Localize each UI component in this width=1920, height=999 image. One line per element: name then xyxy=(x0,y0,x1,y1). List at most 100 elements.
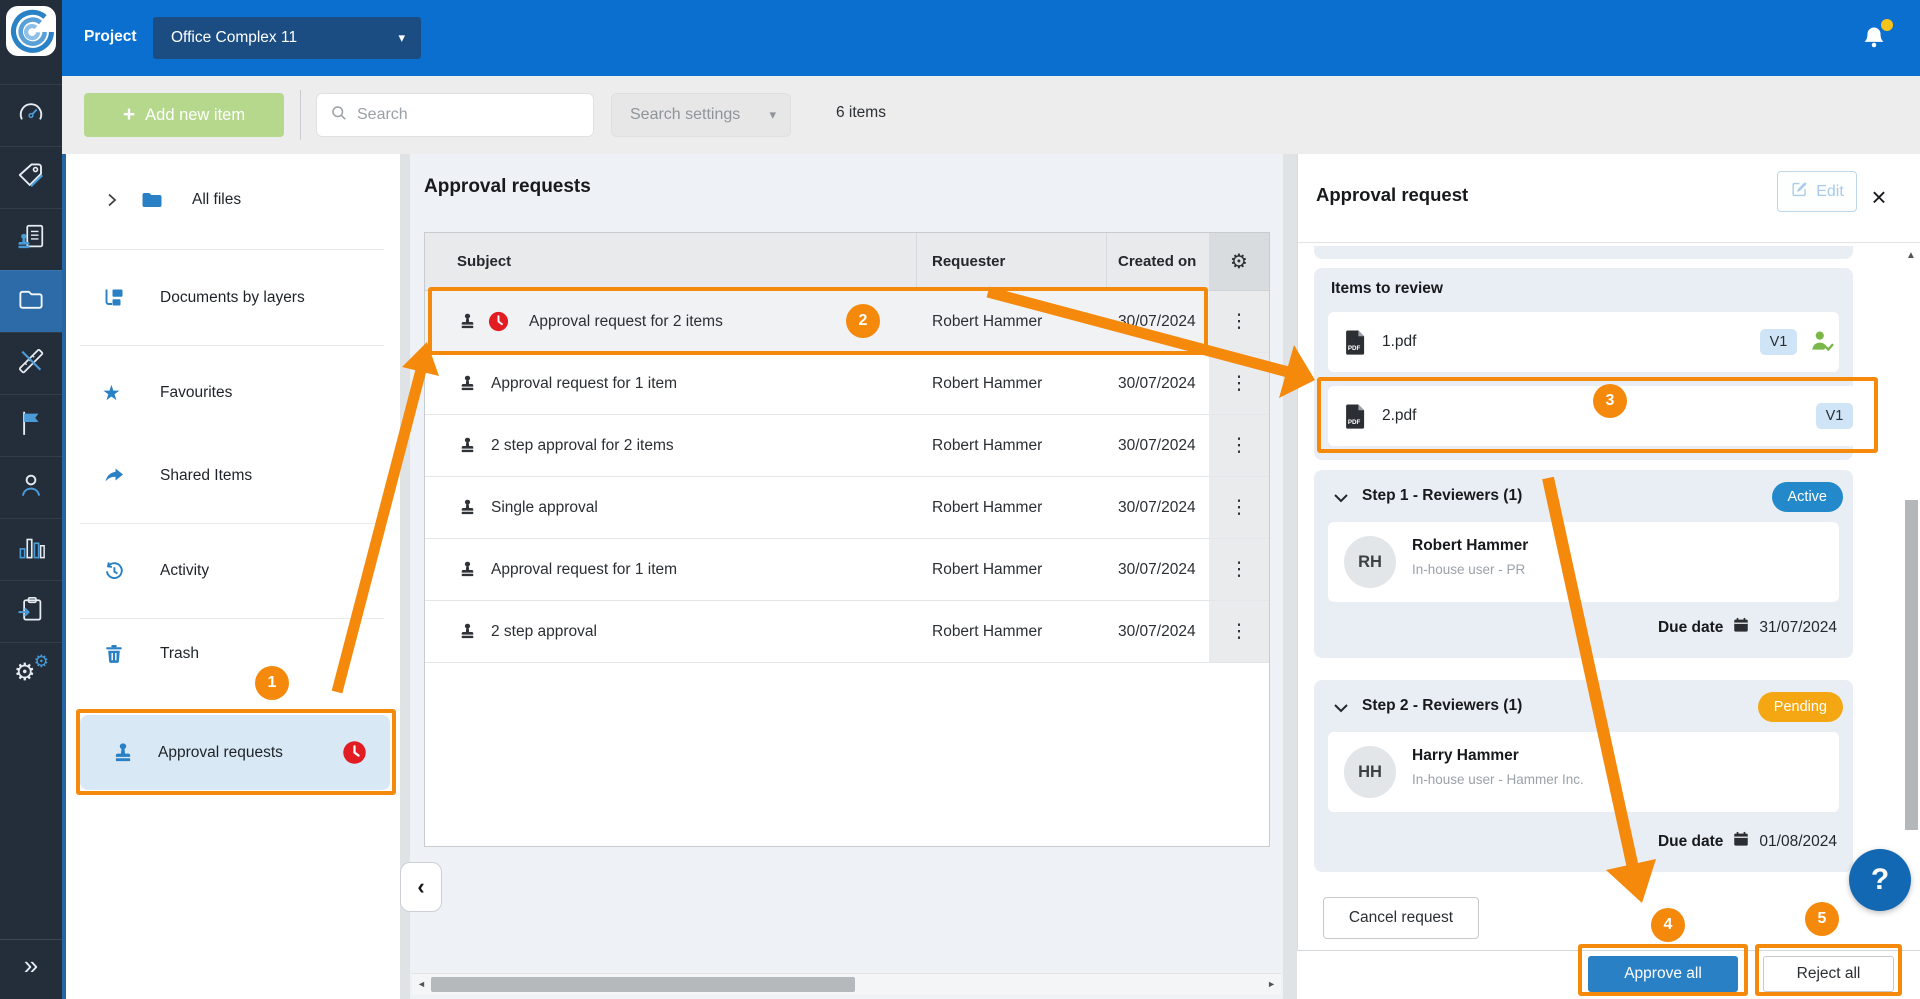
nav-item-approval-requests[interactable]: Approval requests xyxy=(80,715,390,790)
rail-item-dashboard[interactable] xyxy=(0,84,62,146)
rail-item-files[interactable] xyxy=(0,270,62,332)
stamp-icon xyxy=(457,373,478,394)
row-menu-kebab-icon[interactable]: ⋮ xyxy=(1230,560,1249,579)
scroll-up-arrow-icon[interactable]: ▲ xyxy=(1906,250,1916,261)
step-2-card: Step 2 - Reviewers (1) Pending HH Harry … xyxy=(1314,680,1853,872)
column-subject[interactable]: Subject xyxy=(457,253,511,270)
reviewer-role: In-house user - Hammer Inc. xyxy=(1412,772,1584,787)
measure-tools-icon xyxy=(16,346,46,381)
table-row[interactable]: 2 step approval for 2 items Robert Hamme… xyxy=(425,415,1269,477)
due-date-label: Due date xyxy=(1658,619,1723,637)
expand-rail-button[interactable]: » xyxy=(0,939,62,991)
row-menu-kebab-icon[interactable]: ⋮ xyxy=(1230,312,1249,331)
table-row[interactable]: Single approval Robert Hammer 30/07/2024… xyxy=(425,477,1269,539)
column-created-on[interactable]: Created on xyxy=(1106,233,1209,290)
column-requester[interactable]: Requester xyxy=(916,233,1106,290)
item-file-name: 2.pdf xyxy=(1382,407,1416,425)
help-button[interactable]: ? xyxy=(1849,849,1911,911)
svg-text:PDF: PDF xyxy=(1348,345,1361,352)
rail-item-approvals[interactable] xyxy=(0,208,62,270)
search-box xyxy=(316,93,594,137)
rail-item-transmittals[interactable] xyxy=(0,580,62,642)
nav-divider xyxy=(80,249,384,250)
row-created-on: 30/07/2024 xyxy=(1106,539,1209,600)
row-menu-kebab-icon[interactable]: ⋮ xyxy=(1230,436,1249,455)
review-item-row[interactable]: PDF 1.pdf V1 xyxy=(1328,312,1839,372)
reject-all-button[interactable]: Reject all xyxy=(1763,956,1894,992)
row-created-on: 30/07/2024 xyxy=(1106,291,1209,352)
reviewer-name: Robert Hammer xyxy=(1412,537,1528,555)
table-row[interactable]: Approval request for 2 items Robert Hamm… xyxy=(425,291,1269,353)
cancel-request-button[interactable]: Cancel request xyxy=(1323,897,1479,939)
row-requester: Robert Hammer xyxy=(916,291,1106,352)
collapse-nav-button[interactable]: ‹ xyxy=(400,862,442,912)
vertical-scrollbar-thumb[interactable] xyxy=(1905,500,1918,830)
toolbar-divider xyxy=(300,90,301,140)
project-label: Project xyxy=(84,28,137,46)
add-new-item-label: Add new item xyxy=(145,106,245,125)
rail-item-users[interactable] xyxy=(0,456,62,518)
notifications-button[interactable] xyxy=(1860,24,1890,54)
close-icon[interactable]: × xyxy=(1864,180,1894,214)
chevron-down-icon[interactable] xyxy=(1332,489,1350,507)
row-subject: Approval request for 2 items xyxy=(529,313,723,331)
rail-item-tags[interactable] xyxy=(0,146,62,208)
review-item-row[interactable]: PDF 2.pdf V1 xyxy=(1328,386,1863,446)
row-subject: 2 step approval for 2 items xyxy=(491,437,674,455)
chevron-down-icon[interactable] xyxy=(1332,699,1350,717)
due-date-label: Due date xyxy=(1658,833,1723,851)
stamp-icon xyxy=(457,435,478,456)
rail-item-reports[interactable] xyxy=(0,518,62,580)
person-icon xyxy=(16,470,46,505)
avatar: HH xyxy=(1344,746,1396,798)
approve-all-button[interactable]: Approve all xyxy=(1588,956,1738,992)
reviewer-card: RH Robert Hammer In-house user - PR xyxy=(1328,522,1839,602)
table-row[interactable]: Approval request for 1 item Robert Hamme… xyxy=(425,353,1269,415)
table-header: Subject Requester Created on ⚙ xyxy=(425,233,1269,291)
horizontal-scrollbar[interactable]: ◄ ► xyxy=(412,973,1281,995)
reviewer-role: In-house user - PR xyxy=(1412,562,1525,577)
toolbar: + Add new item Search settings ▾ 6 items xyxy=(62,76,1920,154)
scroll-left-arrow-icon[interactable]: ◄ xyxy=(417,979,426,989)
rail-item-issues[interactable] xyxy=(0,394,62,456)
row-menu-kebab-icon[interactable]: ⋮ xyxy=(1230,498,1249,517)
chevron-right-icon[interactable] xyxy=(104,192,120,208)
calendar-icon xyxy=(1732,830,1750,853)
project-selector[interactable]: Office Complex 11 ▾ xyxy=(153,17,421,59)
nav-item-label: Documents by layers xyxy=(160,289,305,307)
avatar: RH xyxy=(1344,536,1396,588)
table-row[interactable]: 2 step approval Robert Hammer 30/07/2024… xyxy=(425,601,1269,663)
stamp-icon xyxy=(457,497,478,518)
flag-icon xyxy=(16,408,46,443)
nav-item-shared-items[interactable]: Shared Items xyxy=(66,448,400,504)
reviewer-card: HH Harry Hammer In-house user - Hammer I… xyxy=(1328,732,1839,812)
approval-requests-panel: Approval requests Subject Requester Crea… xyxy=(410,154,1283,999)
rail-item-settings[interactable]: ⚙⚙ xyxy=(0,642,62,704)
caret-down-icon: ▾ xyxy=(398,30,421,46)
overdue-clock-icon xyxy=(341,739,368,766)
row-requester: Robert Hammer xyxy=(916,539,1106,600)
rail-item-measure[interactable] xyxy=(0,332,62,394)
nav-item-favourites[interactable]: ★ Favourites xyxy=(66,365,400,421)
row-menu-kebab-icon[interactable]: ⋮ xyxy=(1230,622,1249,641)
table-settings-gear-icon[interactable]: ⚙ xyxy=(1230,252,1248,272)
nav-item-all-files[interactable]: All files xyxy=(66,172,400,228)
nav-item-activity[interactable]: Activity xyxy=(66,543,400,599)
detail-header: Approval request Edit × xyxy=(1298,154,1920,243)
nav-item-label: Favourites xyxy=(160,384,232,402)
add-new-item-button[interactable]: + Add new item xyxy=(84,93,284,137)
table-row[interactable]: Approval request for 1 item Robert Hamme… xyxy=(425,539,1269,601)
stamp-icon xyxy=(457,559,478,580)
edit-button[interactable]: Edit xyxy=(1777,171,1857,212)
horizontal-scrollbar-thumb[interactable] xyxy=(431,977,855,992)
file-nav-panel: All files Documents by layers ★ Favourit… xyxy=(66,154,400,999)
nav-item-trash[interactable]: Trash xyxy=(66,626,400,682)
folder-icon xyxy=(16,284,46,319)
reviewer-name: Harry Hammer xyxy=(1412,747,1519,765)
row-menu-kebab-icon[interactable]: ⋮ xyxy=(1230,374,1249,393)
scroll-right-arrow-icon[interactable]: ► xyxy=(1267,979,1276,989)
nav-item-documents-by-layers[interactable]: Documents by layers xyxy=(66,270,400,326)
search-settings-dropdown[interactable]: Search settings ▾ xyxy=(611,93,791,137)
nav-item-label: All files xyxy=(192,191,241,209)
search-input[interactable] xyxy=(357,106,581,124)
